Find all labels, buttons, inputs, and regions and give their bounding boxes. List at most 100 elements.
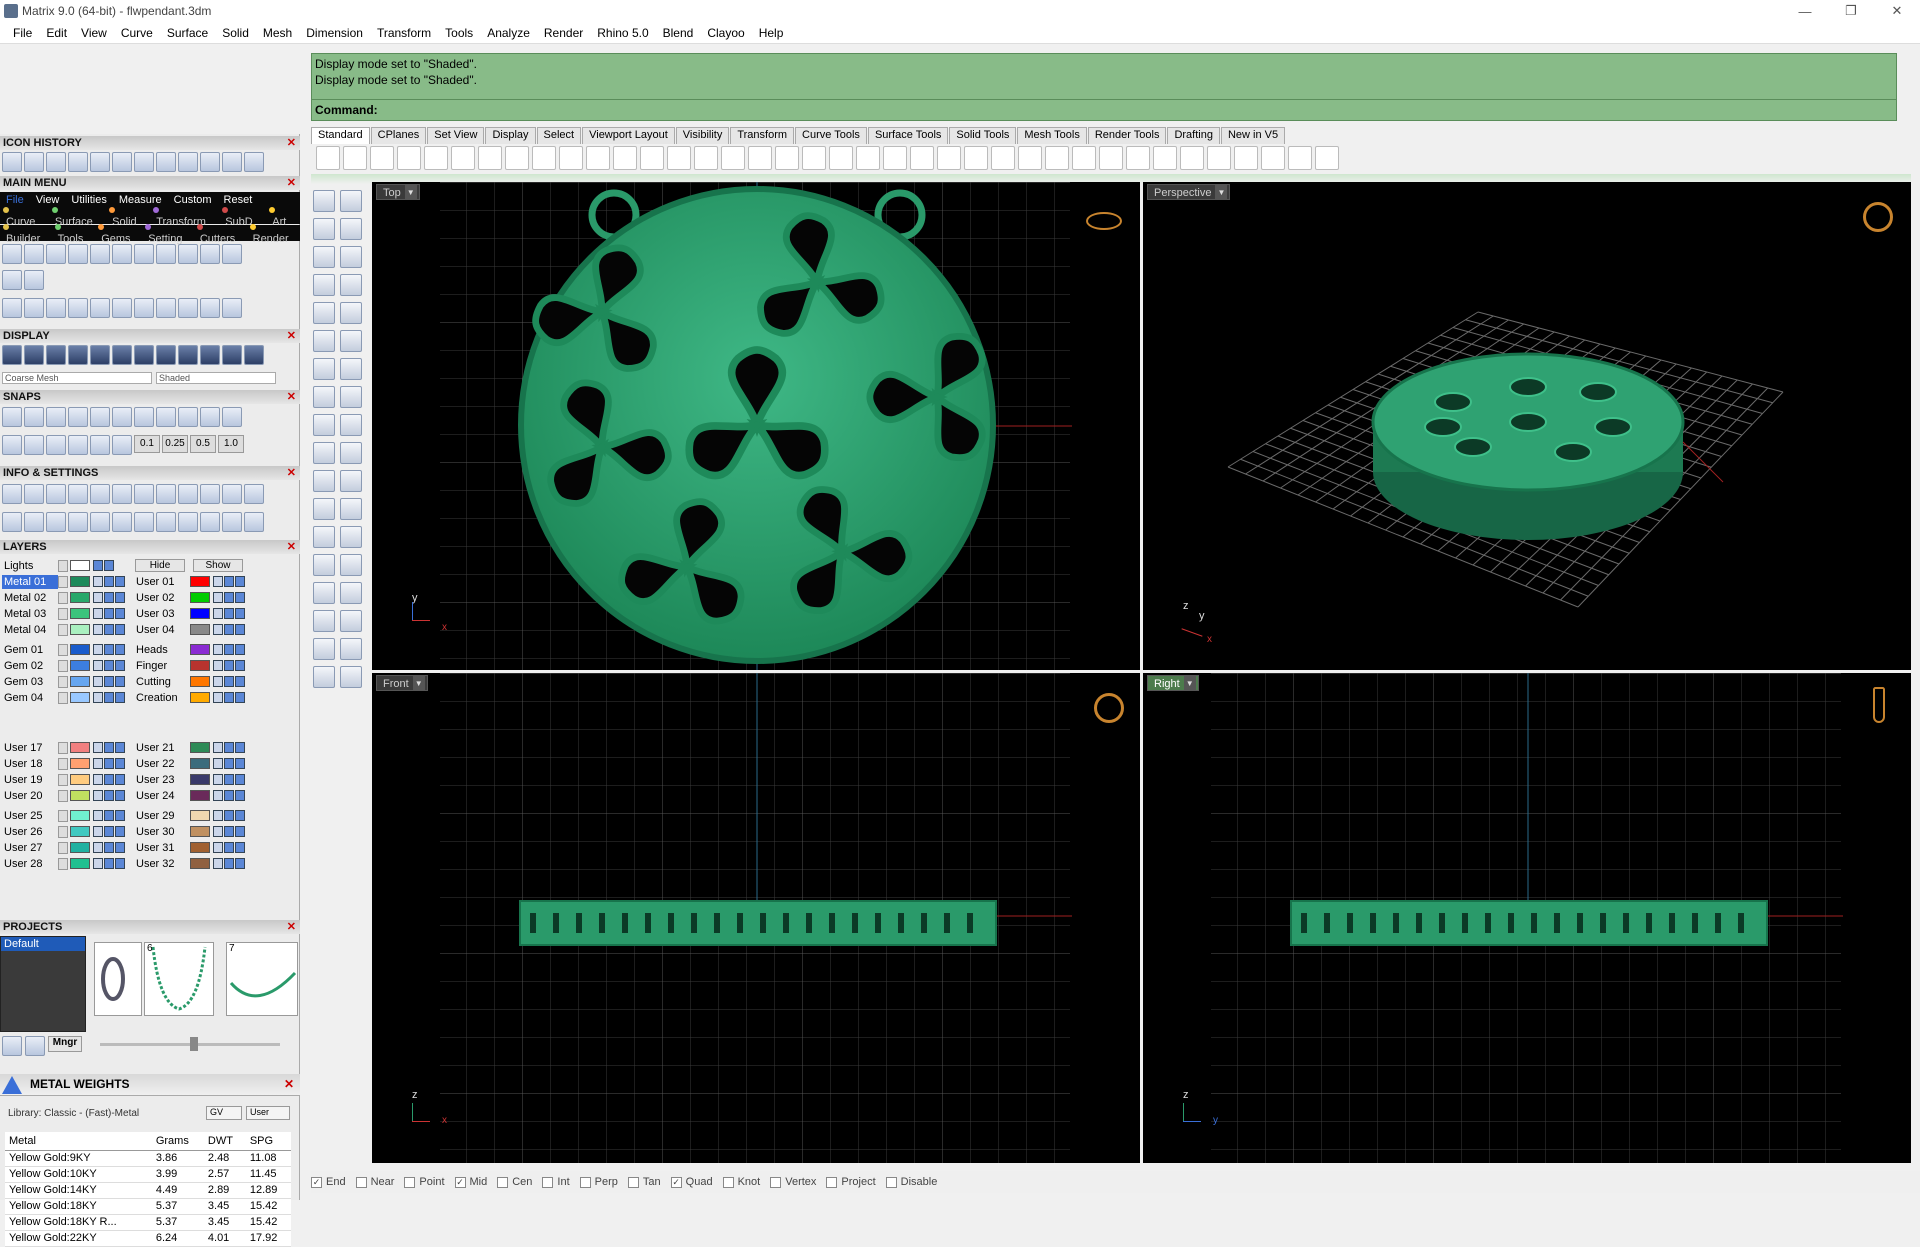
- lock-icon[interactable]: [93, 576, 103, 587]
- layer-toggle[interactable]: [115, 608, 125, 619]
- tab-visibility[interactable]: Visibility: [675, 127, 730, 144]
- layer-color[interactable]: [190, 774, 210, 785]
- tab-standard[interactable]: Standard: [311, 127, 370, 144]
- layer-toggle[interactable]: [104, 644, 114, 655]
- layer-color[interactable]: [190, 608, 210, 619]
- layer-name[interactable]: User 04: [134, 622, 190, 637]
- toolbar-tool-icon[interactable]: [937, 146, 961, 170]
- gv-toggle[interactable]: GV: [206, 1106, 242, 1120]
- side-tool-icon[interactable]: [340, 498, 362, 520]
- layer-toggle[interactable]: [224, 774, 234, 785]
- toolbar-tool-icon[interactable]: [775, 146, 799, 170]
- lock-icon[interactable]: [93, 858, 103, 869]
- close-icon[interactable]: ✕: [284, 1077, 294, 1091]
- layer-color[interactable]: [190, 692, 210, 703]
- side-tool-icon[interactable]: [313, 358, 335, 380]
- show-button[interactable]: Show: [193, 559, 243, 572]
- info-tool-icon[interactable]: [222, 512, 242, 532]
- layer-color[interactable]: [70, 810, 90, 821]
- main-menu-tool-icon[interactable]: [2, 270, 22, 290]
- snap-icon[interactable]: [46, 435, 66, 455]
- checkbox[interactable]: [627, 1176, 639, 1188]
- snap-icon[interactable]: [156, 407, 176, 427]
- main-menu-tool-icon[interactable]: [156, 298, 176, 318]
- toolbar-tool-icon[interactable]: [829, 146, 853, 170]
- snap-icon[interactable]: [2, 407, 22, 427]
- info-tool-icon[interactable]: [68, 512, 88, 532]
- layer-name[interactable]: Creation: [134, 690, 190, 705]
- viewport-label-front[interactable]: Front ▼: [376, 675, 428, 691]
- layer-name[interactable]: User 30: [134, 824, 190, 839]
- display-mode-select[interactable]: Shaded: [156, 372, 276, 384]
- layer-toggle[interactable]: [235, 826, 245, 837]
- layer-arrow[interactable]: [58, 623, 68, 636]
- layer-color[interactable]: [190, 742, 210, 753]
- metal-table-header[interactable]: Grams: [151, 1132, 204, 1151]
- main-menu-item-cutters[interactable]: Cutters: [194, 221, 247, 245]
- toolbar-tool-icon[interactable]: [478, 146, 502, 170]
- close-icon[interactable]: ✕: [287, 136, 296, 150]
- toolbar-tool-icon[interactable]: [1288, 146, 1312, 170]
- toolbar-tool-icon[interactable]: [748, 146, 772, 170]
- main-menu-tool-icon[interactable]: [112, 298, 132, 318]
- side-tool-icon[interactable]: [340, 554, 362, 576]
- checkbox[interactable]: [722, 1176, 734, 1188]
- menu-solid[interactable]: Solid: [215, 26, 256, 40]
- layer-color[interactable]: [70, 858, 90, 869]
- side-tool-icon[interactable]: [313, 582, 335, 604]
- layer-toggle[interactable]: [235, 774, 245, 785]
- layer-color[interactable]: [190, 624, 210, 635]
- toolbar-tool-icon[interactable]: [451, 146, 475, 170]
- layer-name[interactable]: User 32: [134, 856, 190, 871]
- info-tool-icon[interactable]: [244, 512, 264, 532]
- layer-toggle[interactable]: [104, 676, 114, 687]
- layer-color[interactable]: [190, 676, 210, 687]
- layer-toggle[interactable]: [104, 826, 114, 837]
- osnap-knot[interactable]: Knot: [722, 1176, 760, 1188]
- pendant-widget-icon[interactable]: [1873, 687, 1885, 723]
- layer-name[interactable]: Finger: [134, 658, 190, 673]
- history-tool-icon[interactable]: [200, 152, 220, 172]
- layer-toggle[interactable]: [115, 576, 125, 587]
- layer-name[interactable]: User 01: [134, 574, 190, 589]
- snap-value-button[interactable]: 0.25: [162, 435, 188, 453]
- toolbar-tool-icon[interactable]: [343, 146, 367, 170]
- snap-value-button[interactable]: 1.0: [218, 435, 244, 453]
- layer-toggle[interactable]: [115, 842, 125, 853]
- toolbar-tool-icon[interactable]: [1207, 146, 1231, 170]
- toolbar-tool-icon[interactable]: [1180, 146, 1204, 170]
- snap-icon[interactable]: [90, 435, 110, 455]
- toolbar-tool-icon[interactable]: [613, 146, 637, 170]
- side-tool-icon[interactable]: [313, 302, 335, 324]
- info-tool-icon[interactable]: [112, 512, 132, 532]
- layer-toggle[interactable]: [115, 676, 125, 687]
- add-project-icon[interactable]: [2, 1036, 22, 1056]
- toolbar-tool-icon[interactable]: [1234, 146, 1258, 170]
- snap-icon[interactable]: [178, 407, 198, 427]
- checkbox[interactable]: ✓: [670, 1176, 682, 1188]
- main-menu-tool-icon[interactable]: [24, 298, 44, 318]
- layer-color[interactable]: [190, 660, 210, 671]
- side-tool-icon[interactable]: [313, 638, 335, 660]
- chevron-down-icon[interactable]: ▼: [1215, 185, 1228, 199]
- history-tool-icon[interactable]: [134, 152, 154, 172]
- layer-color[interactable]: [70, 676, 90, 687]
- info-tool-icon[interactable]: [68, 484, 88, 504]
- layer-toggle[interactable]: [235, 742, 245, 753]
- main-menu-tool-icon[interactable]: [178, 298, 198, 318]
- layer-name[interactable]: User 18: [2, 756, 58, 771]
- side-tool-icon[interactable]: [340, 358, 362, 380]
- checkbox[interactable]: [826, 1176, 838, 1188]
- menu-help[interactable]: Help: [752, 26, 791, 40]
- lock-icon[interactable]: [213, 576, 223, 587]
- main-menu-tool-icon[interactable]: [112, 244, 132, 264]
- ring-widget-icon[interactable]: [1086, 212, 1122, 230]
- main-menu-tool-icon[interactable]: [24, 244, 44, 264]
- ring-widget-icon[interactable]: [1094, 693, 1124, 723]
- layer-arrow[interactable]: [58, 789, 68, 802]
- layer-name[interactable]: User 28: [2, 856, 58, 871]
- checkbox[interactable]: [579, 1176, 591, 1188]
- layer-toggle[interactable]: [115, 790, 125, 801]
- layer-arrow[interactable]: [58, 591, 68, 604]
- checkbox[interactable]: [770, 1176, 782, 1188]
